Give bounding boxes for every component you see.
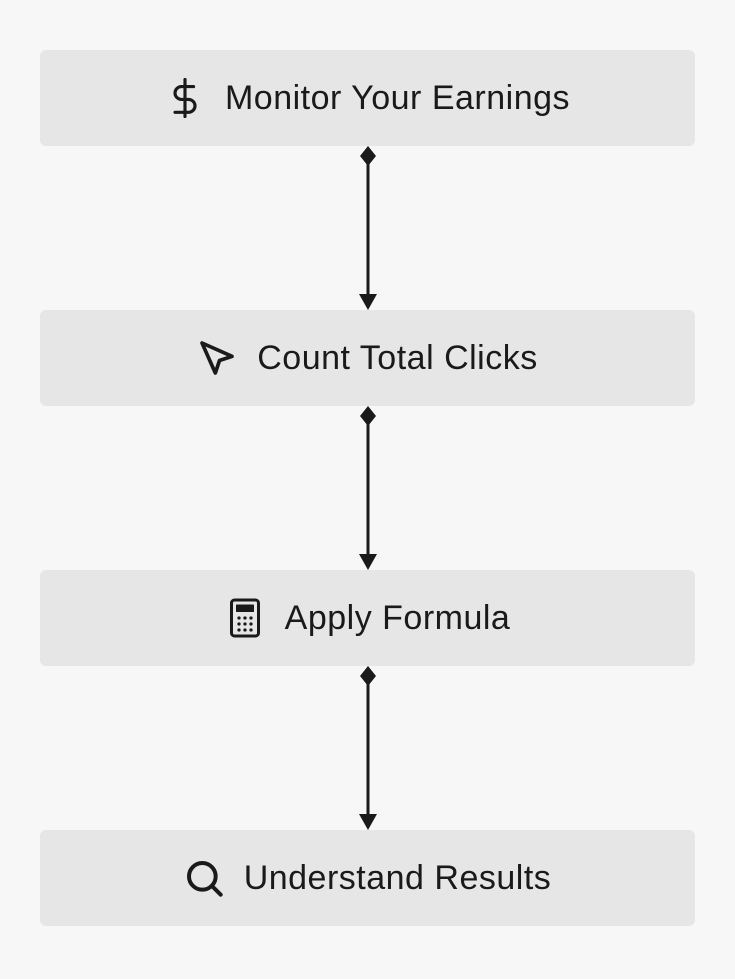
flow-arrow: [353, 406, 383, 570]
step-monitor-earnings: Monitor Your Earnings: [40, 50, 695, 146]
step-label: Understand Results: [244, 859, 552, 898]
cursor-icon: [197, 338, 237, 378]
dollar-icon: [165, 78, 205, 118]
step-understand-results: Understand Results: [40, 830, 695, 926]
flow-arrow: [353, 666, 383, 830]
step-count-clicks: Count Total Clicks: [40, 310, 695, 406]
step-label: Count Total Clicks: [257, 339, 538, 378]
step-label: Monitor Your Earnings: [225, 79, 570, 118]
flow-arrow: [353, 146, 383, 310]
calculator-icon: [225, 598, 265, 638]
step-label: Apply Formula: [285, 599, 511, 638]
step-apply-formula: Apply Formula: [40, 570, 695, 666]
magnifier-icon: [184, 858, 224, 898]
